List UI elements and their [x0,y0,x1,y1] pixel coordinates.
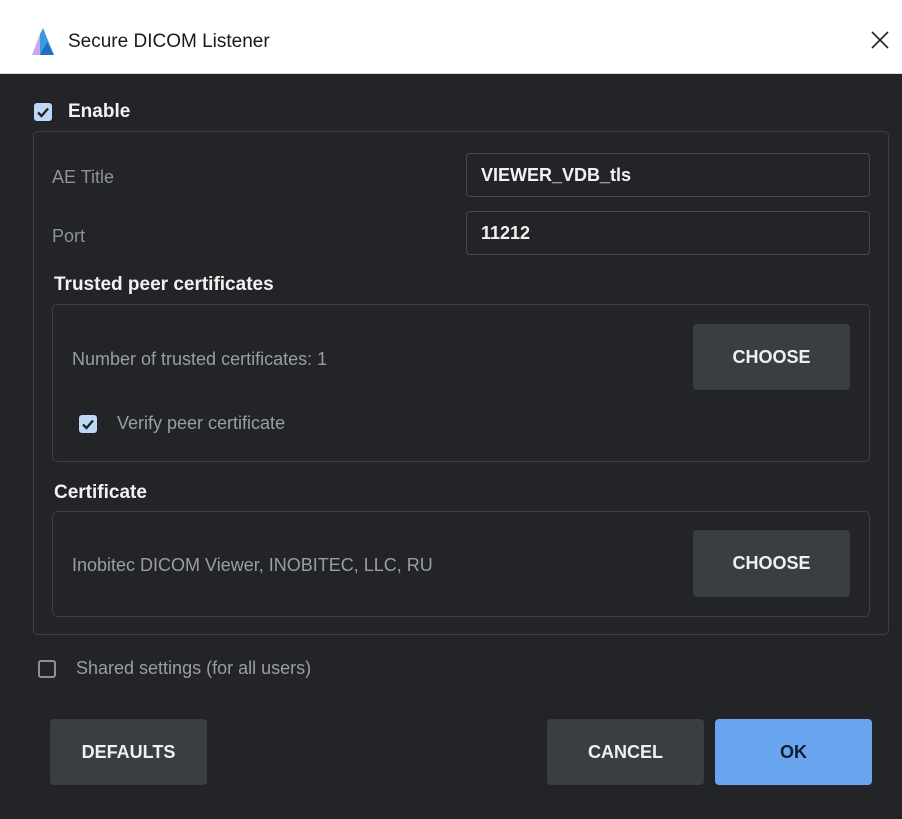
defaults-button[interactable]: DEFAULTS [50,719,207,785]
trusted-certificates-heading: Trusted peer certificates [54,274,274,295]
trusted-count-text: Number of trusted certificates: 1 [72,349,328,369]
verify-peer-label[interactable]: Verify peer certificate [117,413,285,434]
checkmark-icon [82,419,94,430]
shared-settings-checkbox[interactable] [38,660,56,678]
verify-peer-checkbox[interactable] [79,415,97,433]
ae-title-label: AE Title [52,167,115,187]
enable-checkbox[interactable] [34,103,52,121]
choose-certificate-button[interactable]: CHOOSE [693,530,850,597]
choose-trusted-button[interactable]: CHOOSE [693,324,850,390]
dialog-window: Secure DICOM Listener Enable AE Title VI… [0,0,902,819]
enable-label[interactable]: Enable [68,101,130,123]
close-button[interactable] [862,22,898,58]
checkmark-icon [37,107,49,118]
app-logo-icon [32,28,54,55]
ae-title-input[interactable]: VIEWER_VDB_tls [466,153,870,197]
ok-button[interactable]: OK [715,719,872,785]
port-input[interactable]: 11212 [466,211,870,255]
certificate-heading: Certificate [54,482,147,503]
port-label: Port [52,226,86,246]
shared-settings-label[interactable]: Shared settings (for all users) [76,658,311,679]
title-bar: Secure DICOM Listener [0,0,902,74]
cancel-button[interactable]: CANCEL [547,719,704,785]
certificate-value: Inobitec DICOM Viewer, INOBITEC, LLC, RU [72,555,433,575]
close-icon [871,31,889,49]
window-title: Secure DICOM Listener [68,31,270,52]
